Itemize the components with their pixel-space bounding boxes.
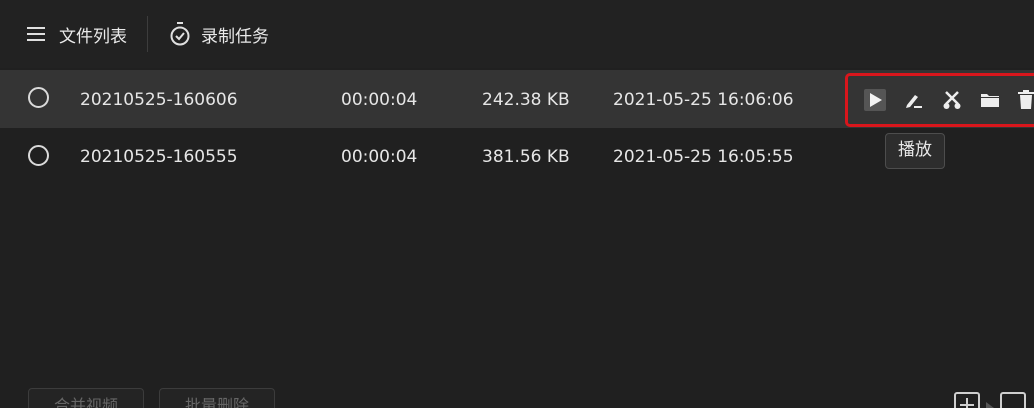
row-actions-highlight [845, 73, 1034, 127]
cut-button[interactable] [942, 89, 962, 111]
tab-divider [147, 16, 148, 52]
cut-icon [943, 91, 961, 109]
file-name: 20210525-160555 [80, 147, 238, 167]
row-select-radio[interactable] [28, 145, 49, 166]
file-list: 20210525-160606 00:00:04 242.38 KB 2021-… [0, 70, 1034, 186]
file-date: 2021-05-25 16:05:55 [613, 147, 794, 167]
play-button[interactable] [864, 89, 886, 111]
file-size: 242.38 KB [482, 90, 570, 110]
play-icon [864, 89, 886, 111]
merge-video-button[interactable]: 合并视频 [28, 388, 144, 408]
file-name: 20210525-160606 [80, 90, 238, 110]
tab-file-list[interactable]: 文件列表 [27, 22, 127, 47]
recording-app: 文件列表 录制任务 20210525-160606 00:00:04 242.3… [0, 0, 1034, 408]
tab-recording-tasks-label: 录制任务 [201, 26, 269, 47]
file-duration: 00:00:04 [341, 147, 418, 167]
edit-icon [906, 95, 922, 108]
export-icon[interactable] [1000, 392, 1026, 408]
delete-icon [1018, 90, 1034, 109]
edit-button[interactable] [904, 89, 924, 111]
tab-file-list-label: 文件列表 [59, 26, 127, 47]
file-duration: 00:00:04 [341, 90, 418, 110]
file-row[interactable]: 20210525-160555 00:00:04 381.56 KB 2021-… [0, 128, 1034, 186]
row-select-radio[interactable] [28, 87, 49, 108]
top-bar: 文件列表 录制任务 [0, 0, 1034, 68]
batch-delete-button[interactable]: 批量删除 [159, 388, 275, 408]
file-date: 2021-05-25 16:06:06 [613, 90, 794, 110]
file-row[interactable]: 20210525-160606 00:00:04 242.38 KB 2021-… [0, 70, 1034, 128]
add-icon[interactable] [954, 392, 980, 408]
open-folder-button[interactable] [980, 89, 1000, 111]
corner-controls [954, 392, 1026, 408]
list-icon [27, 27, 45, 41]
stopwatch-icon [170, 22, 190, 46]
delete-button[interactable] [1018, 89, 1034, 111]
arrow-right-icon [986, 402, 994, 408]
plus-icon [960, 398, 974, 408]
folder-icon [981, 94, 999, 107]
file-size: 381.56 KB [482, 147, 570, 167]
play-tooltip: 播放 [885, 133, 945, 169]
tab-recording-tasks[interactable]: 录制任务 [169, 22, 269, 47]
